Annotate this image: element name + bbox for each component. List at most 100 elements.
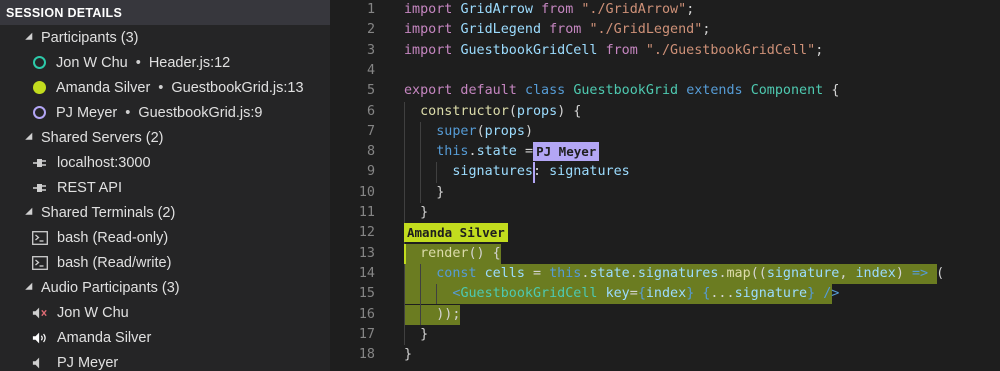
cursor-label-pj-meyer: PJ Meyer [533,142,600,162]
code-token: this [549,265,582,281]
participant-item[interactable]: Amanda Silver • GuestbookGrid.js:13 [0,75,330,100]
audio-item-label: Amanda Silver [57,329,152,346]
speaker-on-icon [32,330,48,346]
line-number: 13 [358,245,375,261]
code-token: ) [524,123,533,139]
code-text: } [404,325,428,345]
audio-item[interactable]: PJ Meyer [0,350,330,371]
code-line: 5 export default class GuestbookGrid exte… [330,81,1000,101]
speaker-icon [32,355,48,371]
line-number: 9 [366,164,375,180]
audio-participants-label: Audio Participants (3) [41,279,180,296]
code-token: constructor [420,103,509,119]
code-token: this [436,144,469,160]
code-token: ... [710,286,735,302]
code-token: export default [404,83,525,99]
code-text: signatures: signatures [404,162,629,182]
chevron-down-icon [25,282,36,293]
code-token: GuestbookGridCell [460,286,606,302]
code-token: import [404,42,461,58]
code-token: } [404,326,429,342]
code-text: const cells = this.state.signatures.map(… [404,264,944,284]
group-shared-terminals[interactable]: Shared Terminals (2) [0,200,330,225]
chevron-down-icon [25,32,36,43]
audio-item[interactable]: Amanda Silver [0,325,330,350]
code-token: )); [404,306,461,322]
code-token: super [436,123,477,139]
code-text: import GridArrow from "./GridArrow"; [404,0,694,20]
code-line: 13 render() { [330,244,1000,264]
chevron-down-icon [25,132,36,143]
terminals-item[interactable]: bash (Read-only) [0,225,330,250]
code-line: 15 <GuestbookGridCell key={index} {...si… [330,284,1000,304]
group-participants[interactable]: Participants (3) [0,25,330,50]
line-number: 4 [366,62,375,78]
code-token: => [911,265,937,281]
code-token: /> [823,286,840,302]
line-number: 5 [366,83,375,99]
line-number: 6 [366,103,375,119]
code-text: } [404,183,444,203]
group-audio-participants[interactable]: Audio Participants (3) [0,275,330,300]
code-text: )); [404,305,460,325]
speaker-muted-icon [32,305,48,321]
code-token: "./GuestbookGridCell" [645,42,816,58]
code-token: "./GridLegend" [589,22,703,38]
code-line: 8 this.state = { [330,142,1000,162]
session-details-header: SESSION DETAILS [0,0,330,25]
code-token: Component [750,83,832,99]
audio-item-label: Jon W Chu [57,304,129,321]
code-token: () { [468,245,501,261]
line-number: 10 [358,184,375,200]
line-number: 12 [358,225,375,241]
terminals-item-label: bash (Read-only) [57,229,169,246]
line-number: 2 [366,22,375,38]
code-line: 7 super(props) [330,122,1000,142]
code-token: = [533,265,550,281]
code-token: signatures [637,265,719,281]
terminals-item[interactable]: bash (Read/write) [0,250,330,275]
code-editor[interactable]: 1 import GridArrow from "./GridArrow"; 2 im… [330,0,1000,371]
code-token: (( [750,265,767,281]
participant-status-icon [33,81,46,94]
code-token: , [839,265,856,281]
servers-item[interactable]: REST API [0,175,330,200]
servers-item[interactable]: localhost:3000 [0,150,330,175]
participant-status-icon [33,106,46,119]
code-line: 11 } [330,203,1000,223]
session-details-panel: SESSION DETAILS Participants (3) Jon W Ch… [0,0,330,371]
code-token: { [637,286,646,302]
terminal-icon [32,255,48,271]
code-token: } [404,347,413,363]
code-token: ) [895,265,912,281]
code-token: state [476,144,525,160]
line-number: 14 [358,265,375,281]
line-number: 15 [358,286,375,302]
code-token: signature [766,265,840,281]
code-token: index [645,286,687,302]
separator-dot: • [125,104,131,121]
code-token: ( [936,265,945,281]
code-text: super(props) [404,122,533,142]
plug-icon [32,180,48,196]
separator-dot: • [158,79,164,96]
code-text: <GuestbookGridCell key={index} {...signa… [404,284,839,304]
code-token: render [420,245,469,261]
code-text: } [404,345,412,365]
participant-item[interactable]: Jon W Chu • Header.js:12 [0,50,330,75]
participant-item[interactable]: PJ Meyer • GuestbookGrid.js:9 [0,100,330,125]
cursor-pj-meyer [533,162,536,183]
shared-servers-label: Shared Servers (2) [41,129,164,146]
audio-item[interactable]: Jon W Chu [0,300,330,325]
code-text: render() { [404,244,501,264]
group-shared-servers[interactable]: Shared Servers (2) [0,125,330,150]
code-token: state [589,265,630,281]
line-number: 16 [358,306,375,322]
line-number: 7 [366,123,375,139]
cursor-label-amanda-silver: Amanda Silver [404,223,508,243]
